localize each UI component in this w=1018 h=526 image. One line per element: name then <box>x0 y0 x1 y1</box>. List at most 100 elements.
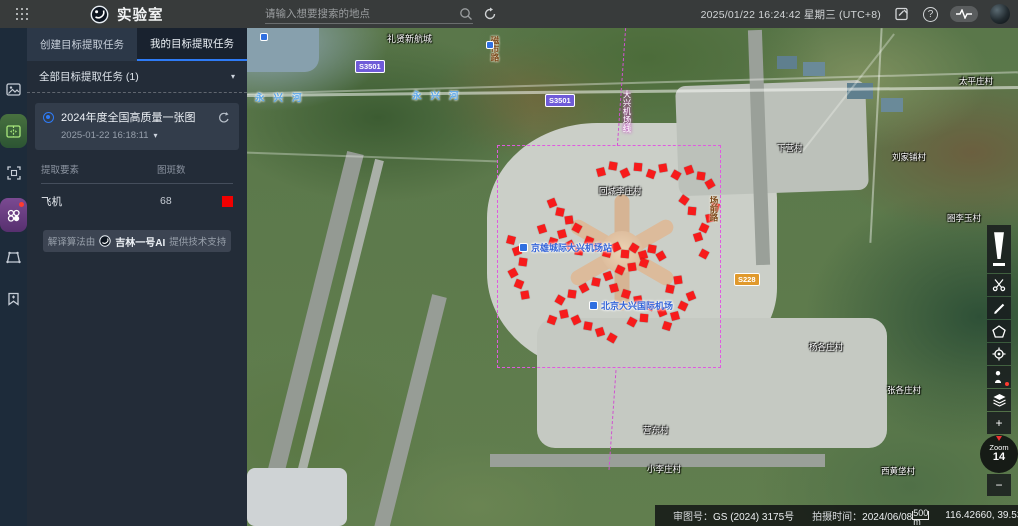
industrial-zone <box>247 468 347 526</box>
table-row[interactable]: 飞机 68 <box>41 184 233 218</box>
detection-box[interactable] <box>634 163 643 172</box>
tab-create-task[interactable]: 创建目标提取任务 <box>27 28 137 61</box>
cursor-coordinates: 116.42660, 39.53656 <box>945 510 1018 521</box>
task-tabs: 创建目标提取任务 我的目标提取任务 <box>27 28 247 61</box>
detection-box[interactable] <box>608 161 617 170</box>
detection-box[interactable] <box>559 309 568 318</box>
task-card[interactable]: 2024年度全国高质量一张图 2025-01-22 16:18:11 ▾ <box>35 103 239 150</box>
app-title: 实验室 <box>117 4 164 25</box>
notification-dot <box>1005 382 1009 386</box>
sidebar-item-extract-area[interactable] <box>0 156 27 190</box>
task-datetime: 2025-01-22 16:18:11 <box>61 130 149 141</box>
detection-box[interactable] <box>564 215 573 224</box>
pond <box>847 83 873 99</box>
detection-box[interactable] <box>621 250 630 259</box>
polygon-area-icon <box>6 251 21 264</box>
search-input[interactable] <box>265 8 459 20</box>
detection-box[interactable] <box>688 207 697 216</box>
zoom-level-value: 14 <box>993 451 1005 464</box>
clip-tool-button[interactable] <box>987 274 1011 296</box>
detection-box[interactable] <box>583 321 592 330</box>
sidebar-item-ai-extraction[interactable] <box>0 198 27 232</box>
activity-pulse-icon[interactable] <box>950 6 978 22</box>
detection-box[interactable] <box>640 314 649 323</box>
detection-box[interactable] <box>647 244 656 253</box>
draw-tool-button[interactable] <box>987 297 1011 319</box>
detection-box[interactable] <box>567 289 576 298</box>
map-label: 磁市路 <box>486 36 504 62</box>
task-date-toggle[interactable]: 2025-01-22 16:18:11 ▾ <box>61 130 231 141</box>
column-header-element: 提取要素 <box>41 162 157 176</box>
search-icon[interactable] <box>459 7 473 21</box>
task-refresh-icon[interactable] <box>217 111 231 125</box>
layers-button[interactable] <box>987 389 1011 411</box>
edit-note-icon[interactable] <box>893 5 911 23</box>
task-panel: 创建目标提取任务 我的目标提取任务 全部目标提取任务 (1) ▾ 2024年度全… <box>27 28 247 526</box>
algorithm-credit-bar[interactable]: 解译算法由 吉林一号AI 提供技术支持 <box>43 230 231 252</box>
filter-label: 全部目标提取任务 (1) <box>39 69 231 84</box>
app-grid-icon[interactable] <box>16 8 28 20</box>
detection-box[interactable] <box>696 171 705 180</box>
task-filter-dropdown[interactable]: 全部目标提取任务 (1) ▾ <box>27 61 247 93</box>
user-avatar[interactable] <box>990 4 1010 24</box>
zoom-out-button[interactable]: − <box>987 474 1011 496</box>
search-refresh-icon[interactable] <box>482 6 498 22</box>
zoom-dial-tick <box>996 436 1002 441</box>
airport-apron-south <box>537 318 887 448</box>
tab-my-tasks[interactable]: 我的目标提取任务 <box>137 28 247 61</box>
detection-box[interactable] <box>633 295 642 304</box>
detection-box[interactable] <box>673 275 682 284</box>
chevron-down-icon: ▾ <box>154 131 158 140</box>
map-label: 张各庄村 <box>887 380 921 398</box>
street-view-button[interactable] <box>987 366 1011 388</box>
algo-prefix: 解译算法由 <box>48 234 96 248</box>
bookmark-flag-icon <box>7 292 20 306</box>
detection-box[interactable] <box>555 207 564 216</box>
swipe-tool-button[interactable] <box>987 225 1011 273</box>
detection-box[interactable] <box>574 246 583 255</box>
detection-box[interactable] <box>518 257 527 266</box>
detection-box[interactable] <box>591 277 600 286</box>
help-icon[interactable]: ? <box>923 7 938 22</box>
detection-box[interactable] <box>665 284 674 293</box>
element-name: 飞机 <box>41 194 160 209</box>
app-window: 实验室 2025/01/22 16:24:42 星期三 (UTC+8) ? <box>0 0 1018 526</box>
jilin1-logo-icon <box>99 235 111 247</box>
sidebar-item-polygon[interactable] <box>0 240 27 274</box>
map-license: 审图号：GS (2024) 3175号 <box>673 508 794 523</box>
map-label: 礼贤新航城 <box>387 29 432 47</box>
task-radio-selected[interactable] <box>43 112 54 123</box>
notification-dot <box>19 202 24 207</box>
map-canvas[interactable]: 礼贤新航城磁市路永兴河永兴河大兴机场线S3501S3501S228回城李庄村场前… <box>247 28 1018 526</box>
algo-brand: 吉林一号AI <box>115 234 165 249</box>
map-toolbar: + Zoom 14 − <box>987 225 1011 496</box>
top-bar: 实验室 2025/01/22 16:24:42 星期三 (UTC+8) ? <box>0 0 1018 28</box>
sidebar-item-compare[interactable] <box>0 114 27 148</box>
detection-box[interactable] <box>705 213 714 222</box>
highway <box>247 86 1018 97</box>
sidebar-item-imagery[interactable] <box>0 72 27 106</box>
detection-box[interactable] <box>658 163 667 172</box>
detection-box[interactable] <box>627 262 636 271</box>
sidebar-item-bookmark[interactable] <box>0 282 27 316</box>
task-title: 2024年度全国高质量一张图 <box>61 111 210 125</box>
license-label: 审图号： <box>673 512 713 523</box>
polygon-tool-button[interactable] <box>987 320 1011 342</box>
search-box[interactable] <box>265 4 473 24</box>
zoom-dial[interactable]: Zoom 14 <box>980 435 1018 473</box>
plus-icon: + <box>995 416 1002 430</box>
pond <box>777 56 797 69</box>
image-icon <box>6 83 21 96</box>
scale-bar: 500 m <box>912 511 929 520</box>
locate-button[interactable] <box>987 343 1011 365</box>
detection-box[interactable] <box>520 290 529 299</box>
scale-label: 500 m <box>913 509 928 517</box>
left-sidebar <box>0 28 27 526</box>
map-label: 西黄垡村 <box>881 461 915 479</box>
zoom-in-button[interactable]: + <box>987 412 1011 434</box>
detection-box[interactable] <box>593 242 602 251</box>
column-header-count: 图斑数 <box>157 162 219 176</box>
result-table: 提取要素 图斑数 飞机 68 <box>27 154 247 218</box>
split-compare-icon <box>6 125 21 138</box>
brand-logo-icon <box>90 5 109 24</box>
